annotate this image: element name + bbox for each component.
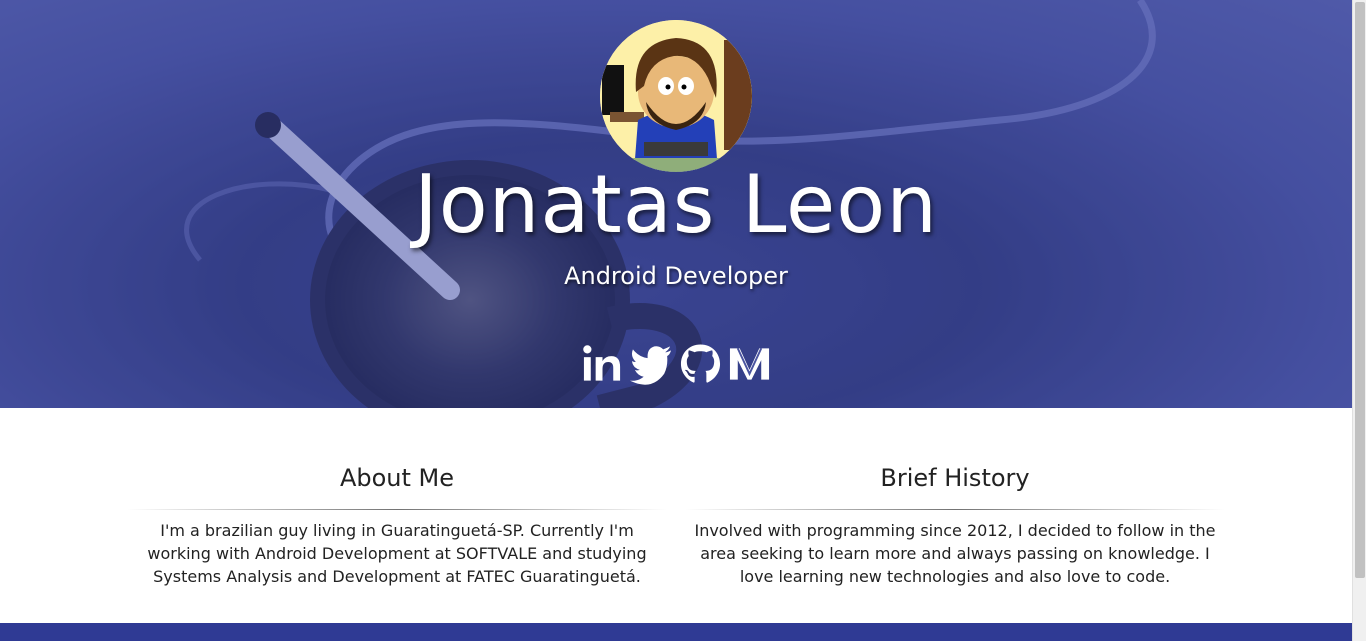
brief-history-column: Brief History Involved with programming …: [685, 462, 1225, 588]
divider: [127, 509, 667, 510]
cartoon-avatar-image: [600, 20, 752, 172]
page-title: Jonatas Leon: [414, 158, 938, 251]
github-icon: [680, 344, 721, 383]
about-me-heading: About Me: [339, 464, 455, 492]
github-link[interactable]: [679, 342, 722, 386]
brief-history-heading: Brief History: [880, 464, 1030, 492]
page-scrollbar[interactable]: [1352, 0, 1366, 641]
linkedin-link[interactable]: [581, 342, 624, 386]
medium-icon: [729, 347, 770, 380]
brief-history-text: Involved with programming since 2012, I …: [694, 521, 1216, 586]
avatar: [600, 20, 752, 172]
divider: [685, 509, 1225, 510]
social-links: [0, 342, 1352, 386]
about-section: About Me I'm a brazilian guy living in G…: [0, 408, 1352, 623]
hero-section: Jonatas Leon Android Developer: [0, 0, 1352, 408]
about-me-text: I'm a brazilian guy living in Guaratingu…: [147, 521, 647, 586]
twitter-link[interactable]: [630, 342, 673, 386]
medium-link[interactable]: [728, 342, 771, 386]
page-subtitle: Android Developer: [564, 262, 788, 290]
next-section-band: [0, 623, 1352, 641]
about-me-column: About Me I'm a brazilian guy living in G…: [127, 462, 667, 588]
scrollbar-thumb[interactable]: [1355, 2, 1365, 578]
linkedin-icon: [583, 345, 621, 381]
twitter-icon: [630, 346, 672, 385]
